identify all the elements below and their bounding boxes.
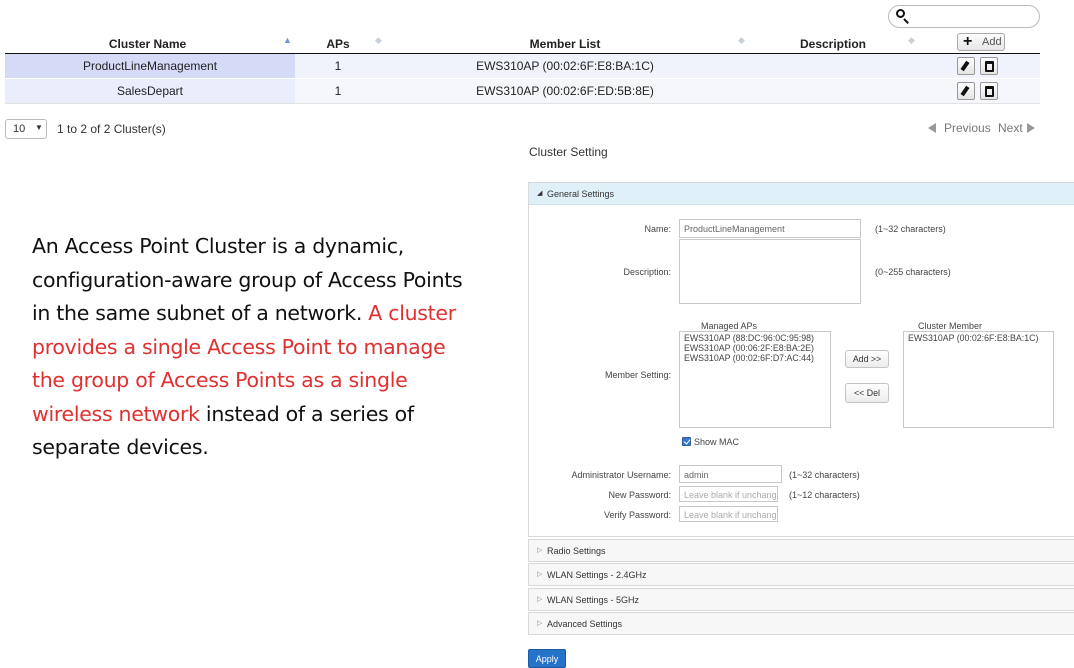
managed-aps-list[interactable]: EWS310AP (88:DC:96:0C:95:98) EWS310AP (0… (679, 331, 831, 428)
expand-icon: ▷ (537, 620, 543, 627)
radio-settings-section[interactable]: ▷ Radio Settings (528, 539, 1074, 562)
trash-icon (985, 86, 994, 97)
aps-cell: 1 (334, 84, 342, 98)
cluster-member-list[interactable]: EWS310AP (00:02:6F:E8:BA:1C) (903, 331, 1054, 428)
search-icon (895, 8, 911, 24)
description-text: An Access Point Cluster is a dynamic, co… (32, 234, 463, 459)
admin-username-label: Administrator Username: (571, 470, 671, 480)
col-aps[interactable]: APs (323, 37, 353, 51)
plus-icon: + (963, 33, 973, 50)
wlan-5ghz-section[interactable]: ▷ WLAN Settings - 5GHz (528, 588, 1074, 611)
general-settings-panel: ◢ General Settings Name: ProductLineMana… (528, 182, 1074, 537)
table-row[interactable]: ProductLineManagement 1 EWS310AP (00:02:… (5, 54, 1040, 78)
description-hint: (0~255 characters) (875, 267, 951, 277)
sort-icon[interactable]: ◆ (738, 35, 745, 46)
chevron-left-icon[interactable] (928, 123, 936, 133)
new-password-hint: (1~12 characters) (789, 490, 860, 500)
add-member-button[interactable]: Add >> (845, 350, 889, 368)
add-cluster-button[interactable]: + Add (957, 33, 1005, 51)
table-row[interactable]: SalesDepart 1 EWS310AP (00:02:6F:ED:5B:8… (5, 79, 1040, 103)
description-textarea[interactable] (679, 239, 861, 304)
name-hint: (1~32 characters) (875, 224, 946, 234)
list-item[interactable]: EWS310AP (00:06:2F:E8:BA:2E) (684, 343, 826, 353)
caret-down-icon: ▼ (35, 123, 43, 132)
cluster-name-cell: ProductLineManagement (82, 59, 218, 73)
edit-icon (960, 60, 970, 72)
sort-icon[interactable]: ◆ (375, 35, 382, 46)
new-password-label: New Password: (608, 490, 671, 500)
col-member-list[interactable]: Member List (520, 37, 610, 51)
name-label: Name: (644, 224, 671, 234)
wlan-24ghz-section[interactable]: ▷ WLAN Settings - 2.4GHz (528, 563, 1074, 586)
sort-icon[interactable]: ◆ (908, 35, 915, 46)
page-size-select[interactable]: 10 ▼ (5, 119, 47, 139)
trash-icon (985, 61, 994, 72)
list-item[interactable]: EWS310AP (00:02:6F:D7:AC:44) (684, 353, 826, 363)
name-input[interactable]: ProductLineManagement (679, 219, 861, 238)
delete-button[interactable] (980, 57, 998, 75)
cluster-member-title: Cluster Member (918, 321, 983, 331)
show-mac-checkbox[interactable] (682, 437, 691, 446)
cluster-name-cell: SalesDepart (116, 84, 184, 98)
managed-aps-title: Managed APs (701, 321, 758, 331)
divider (5, 103, 1040, 104)
member-list-cell: EWS310AP (00:02:6F:ED:5B:8E) (476, 84, 654, 98)
edit-button[interactable] (957, 57, 975, 75)
col-cluster-name[interactable]: Cluster Name (100, 37, 195, 51)
list-item[interactable]: EWS310AP (00:02:6F:E8:BA:1C) (908, 333, 1049, 343)
list-item[interactable]: EWS310AP (88:DC:96:0C:95:98) (684, 333, 826, 343)
admin-username-input[interactable]: admin (679, 465, 782, 483)
edit-button[interactable] (957, 82, 975, 100)
member-setting-label: Member Setting: (604, 370, 671, 380)
chevron-right-icon[interactable] (1027, 123, 1035, 133)
sort-asc-icon[interactable]: ▲ (283, 35, 292, 45)
expand-icon: ▷ (537, 571, 543, 578)
expand-icon: ▷ (537, 547, 543, 554)
delete-member-button[interactable]: << Del (845, 383, 889, 403)
member-list-cell: EWS310AP (00:02:6F:E8:BA:1C) (476, 59, 654, 73)
verify-password-label: Verify Password: (603, 510, 671, 520)
edit-icon (960, 85, 970, 97)
advanced-settings-section[interactable]: ▷ Advanced Settings (528, 612, 1074, 635)
apply-button[interactable]: Apply (528, 649, 566, 668)
next-link[interactable]: Next (998, 121, 1023, 135)
expand-icon: ▷ (537, 596, 543, 603)
description-label: Description: (623, 267, 671, 277)
cluster-setting-title: Cluster Setting (529, 145, 608, 159)
table-header: Cluster Name ▲ APs ◆ Member List ◆ Descr… (5, 32, 1040, 54)
aps-cell: 1 (334, 59, 342, 73)
col-description[interactable]: Description (797, 37, 869, 51)
collapse-icon: ◢ (537, 190, 543, 197)
search-input[interactable] (888, 5, 1040, 28)
new-password-input[interactable]: Leave blank if unchang (679, 486, 778, 502)
page-info: 1 to 2 of 2 Cluster(s) (57, 122, 166, 136)
verify-password-input[interactable]: Leave blank if unchang (679, 506, 778, 522)
show-mac-label: Show MAC (694, 437, 740, 447)
general-settings-header[interactable]: ◢ General Settings (529, 183, 1074, 205)
delete-button[interactable] (980, 82, 998, 100)
admin-username-hint: (1~32 characters) (789, 470, 860, 480)
previous-link[interactable]: Previous (944, 121, 991, 135)
